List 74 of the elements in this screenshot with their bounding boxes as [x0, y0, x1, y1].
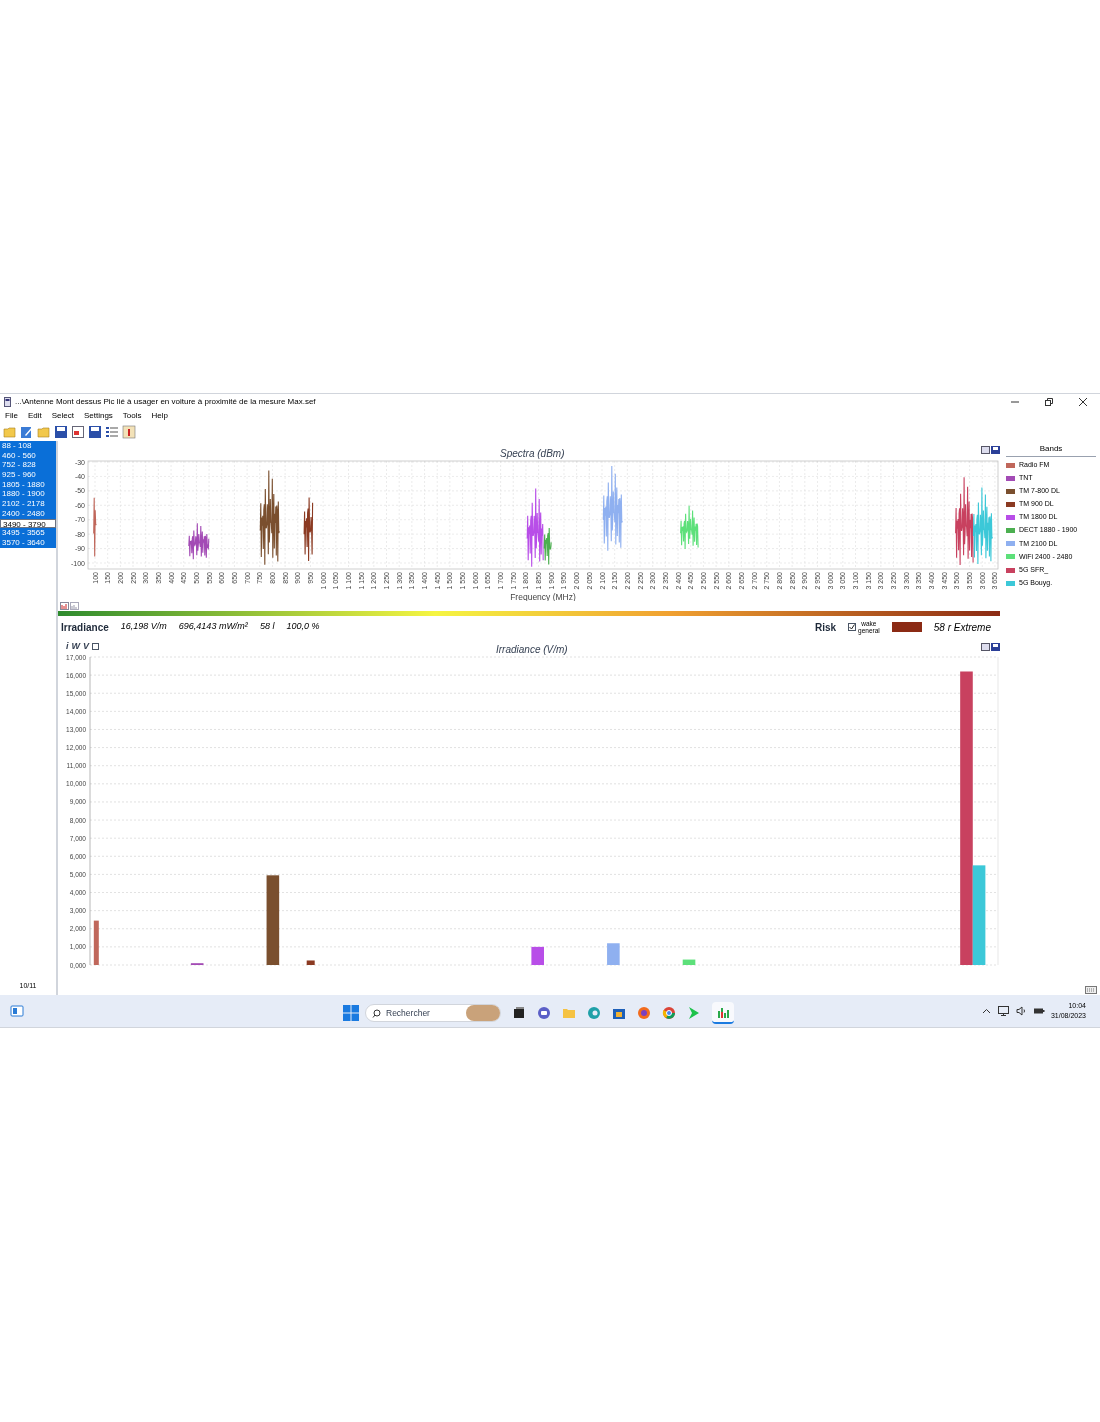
- irradiance-label: Irradiance: [61, 620, 109, 635]
- spectrum-trace: [680, 505, 699, 550]
- chart-tool-icon[interactable]: [981, 446, 990, 454]
- range-item[interactable]: 460 - 560: [0, 450, 56, 461]
- app-icon: [4, 396, 11, 407]
- restore-icon[interactable]: [1044, 396, 1054, 407]
- power-density-value: 696,4143 mW/m²: [178, 620, 248, 634]
- bar: [607, 943, 620, 965]
- keyboard-icon[interactable]: [1085, 984, 1097, 994]
- spectrum-trace: [303, 497, 314, 562]
- chevron-up-icon[interactable]: [981, 1006, 991, 1016]
- axis-title: Frequency (MHz): [510, 592, 576, 601]
- risk-color-swatch: [891, 622, 922, 632]
- search-icon: [372, 1008, 381, 1018]
- unit-toggle[interactable]: V: [83, 639, 90, 654]
- save-icon[interactable]: [88, 424, 102, 439]
- range-item[interactable]: 3570 - 3640: [0, 537, 56, 548]
- search-field[interactable]: Rechercher: [365, 1004, 501, 1022]
- list-icon[interactable]: [105, 424, 119, 439]
- spectrum-trace: [188, 522, 210, 560]
- bar: [93, 920, 99, 965]
- bar: [531, 946, 544, 965]
- window-title: ...\Antenne Mont dessus Pic lié à usager en voiture à proximité de la mesure Max.sef: [15, 395, 316, 408]
- count-value: 58 l: [259, 620, 275, 634]
- menu-item[interactable]: Settings: [83, 409, 113, 422]
- menu-item[interactable]: Edit: [27, 409, 42, 422]
- range-item[interactable]: 1805 - 1880: [0, 479, 56, 490]
- bar: [682, 959, 696, 965]
- chart-icon[interactable]: [60, 602, 69, 610]
- speaker-icon[interactable]: [1015, 1006, 1026, 1016]
- menu-item[interactable]: Select: [51, 409, 74, 422]
- browser-icon[interactable]: [662, 1006, 676, 1020]
- close-icon[interactable]: [1078, 396, 1088, 407]
- browser-icon[interactable]: [587, 1006, 601, 1020]
- range-item[interactable]: 88 - 108: [0, 441, 56, 451]
- app-icon[interactable]: [512, 1006, 526, 1020]
- spectrum-trace: [93, 497, 97, 558]
- battery-icon[interactable]: [1032, 1006, 1045, 1016]
- save-icon[interactable]: [991, 643, 1000, 651]
- chart-title: Spectra (dBm): [500, 447, 565, 461]
- menu-item[interactable]: Help: [151, 409, 168, 422]
- unit-toggle[interactable]: W: [71, 639, 80, 654]
- table-icon[interactable]: [122, 424, 136, 439]
- save-icon[interactable]: [991, 446, 1000, 454]
- chart-title: Irradiance (V/m): [496, 643, 568, 657]
- risk-checkbox[interactable]: [848, 623, 857, 631]
- range-item[interactable]: 3495 - 3565: [0, 528, 56, 538]
- field-strength-value: 16,198 V/m: [120, 620, 167, 634]
- chart-app-icon[interactable]: [712, 1002, 734, 1024]
- range-item[interactable]: 925 - 960: [0, 470, 56, 480]
- range-item[interactable]: 2102 - 2178: [0, 499, 56, 509]
- chart-tool-icon[interactable]: [981, 643, 990, 651]
- range-item[interactable]: 2400 - 2480: [0, 508, 56, 519]
- percent-value: 100,0 %: [286, 620, 320, 634]
- bar: [306, 960, 315, 965]
- monitor-icon[interactable]: [997, 1006, 1009, 1016]
- unit-checkbox[interactable]: [92, 643, 100, 650]
- document-icon[interactable]: [71, 424, 85, 439]
- chat-icon[interactable]: [537, 1006, 551, 1020]
- unit-toggle[interactable]: i: [66, 639, 69, 654]
- save-icon[interactable]: [54, 424, 68, 439]
- edit-icon[interactable]: [20, 424, 34, 439]
- menu-item[interactable]: File: [5, 409, 18, 422]
- widgets-icon[interactable]: [10, 1005, 24, 1017]
- menu-item[interactable]: Tools: [122, 409, 142, 422]
- browser-icon[interactable]: [637, 1006, 651, 1020]
- illustration-placeholder: [466, 1005, 500, 1021]
- legend-title: Bands: [1006, 443, 1096, 457]
- store-icon[interactable]: [612, 1006, 626, 1020]
- range-item[interactable]: 752 - 828: [0, 460, 56, 471]
- start-grid-icon[interactable]: [343, 1005, 359, 1021]
- risk-value: 58 r Extreme: [933, 620, 991, 635]
- risk-label: Risk: [814, 620, 837, 635]
- range-item[interactable]: 1880 - 1900: [0, 489, 56, 500]
